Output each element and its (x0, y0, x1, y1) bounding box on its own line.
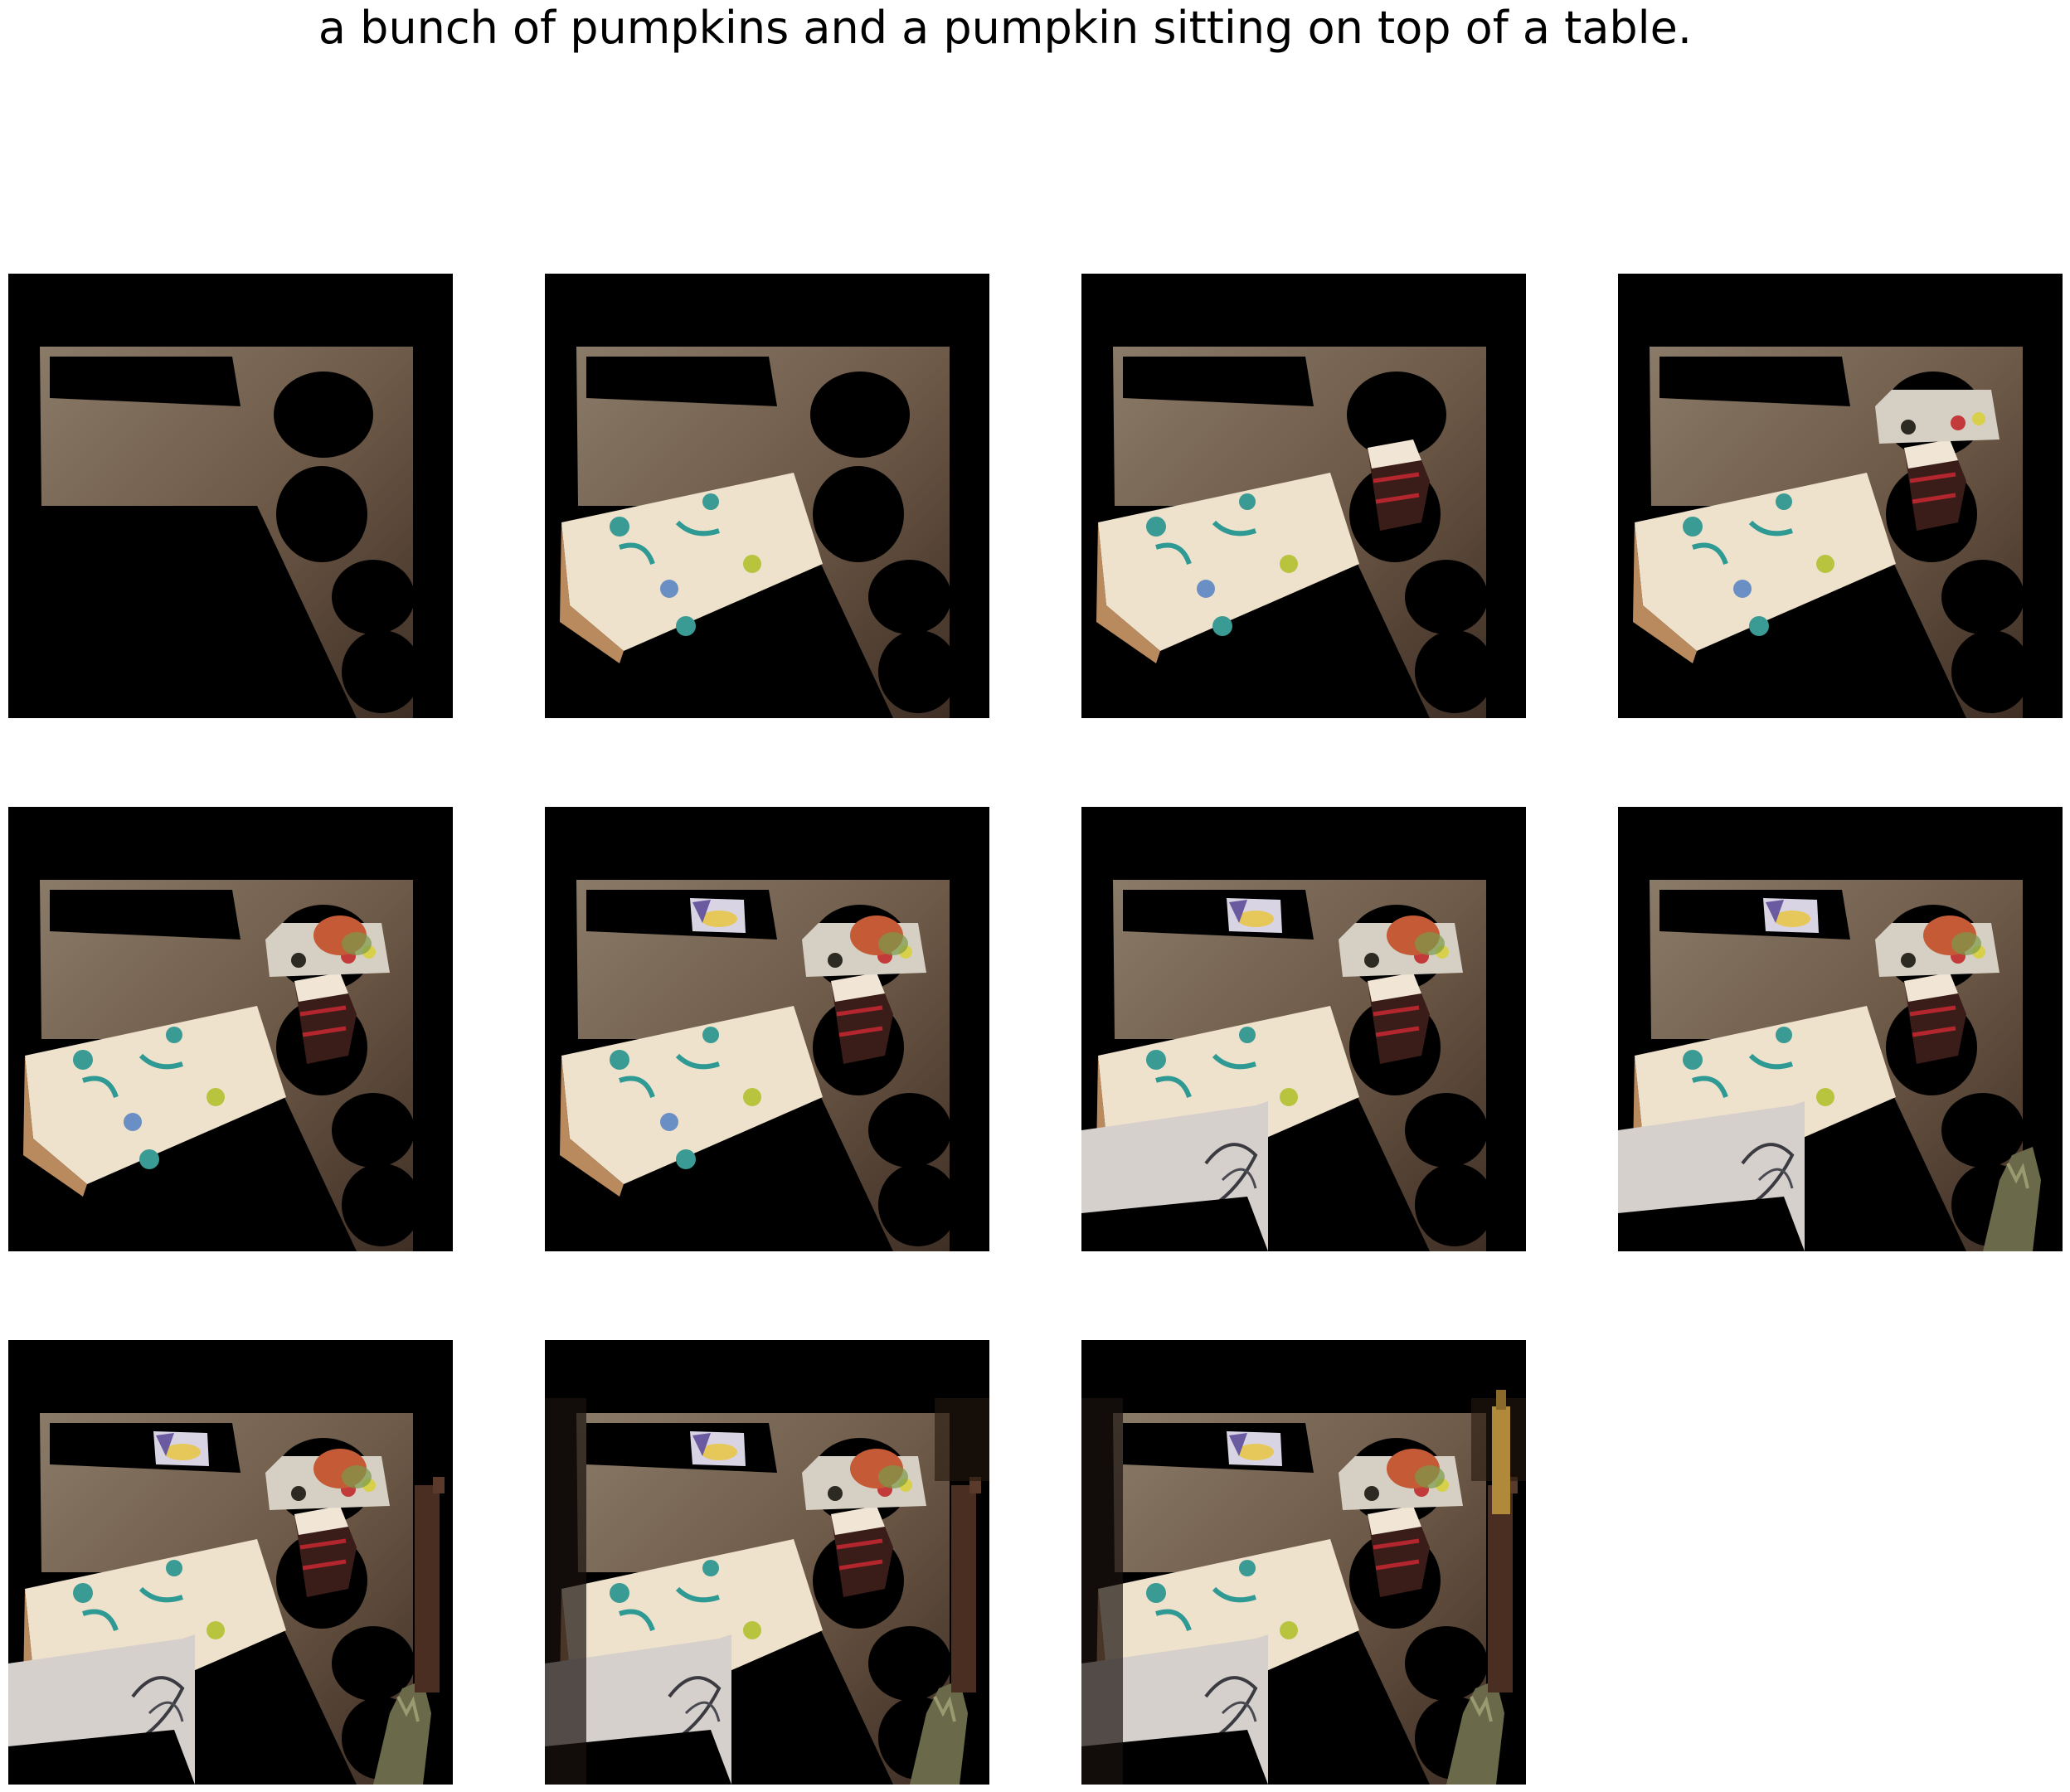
layer-plate-top (690, 898, 746, 933)
scene-image (1618, 880, 2041, 1251)
scene-image (545, 1398, 989, 1785)
layer-box (1875, 390, 2000, 444)
layer-plate-top (1227, 1431, 1282, 1466)
scene-panel-3 (1081, 274, 1526, 718)
layer-table (40, 347, 421, 718)
scene-panel-1 (8, 274, 453, 718)
scene-image (40, 347, 421, 718)
layer-chair (415, 1477, 445, 1692)
scene-panel-11 (1081, 1340, 1526, 1785)
scene-image (8, 1413, 445, 1785)
scene-panel-2 (545, 274, 989, 718)
layer-plate-top (1227, 898, 1282, 933)
layer-plate-top (690, 1431, 746, 1466)
layer-plate-top (153, 1431, 209, 1466)
layer-bottle (1492, 1390, 1510, 1514)
scene-panel-6 (545, 807, 989, 1251)
scene-panel-8 (1618, 807, 2063, 1251)
scene-image (560, 347, 958, 718)
scene-panel-4 (1618, 274, 2063, 718)
layer-plate-top (1763, 898, 1819, 933)
layer-chair (951, 1477, 981, 1692)
scene-panel-5 (8, 807, 453, 1251)
scene-image (560, 880, 958, 1251)
scene-image (23, 880, 421, 1251)
scene-panel-7 (1081, 807, 1526, 1251)
scene-panel-10 (545, 1340, 989, 1785)
scene-image (1081, 1390, 1526, 1785)
scene-image (1081, 880, 1494, 1251)
scene-image (1633, 347, 2031, 718)
scene-image (1096, 347, 1494, 718)
scene-panel-9 (8, 1340, 453, 1785)
figure-title: a bunch of pumpkins and a pumpkin sittin… (318, 2, 1693, 54)
